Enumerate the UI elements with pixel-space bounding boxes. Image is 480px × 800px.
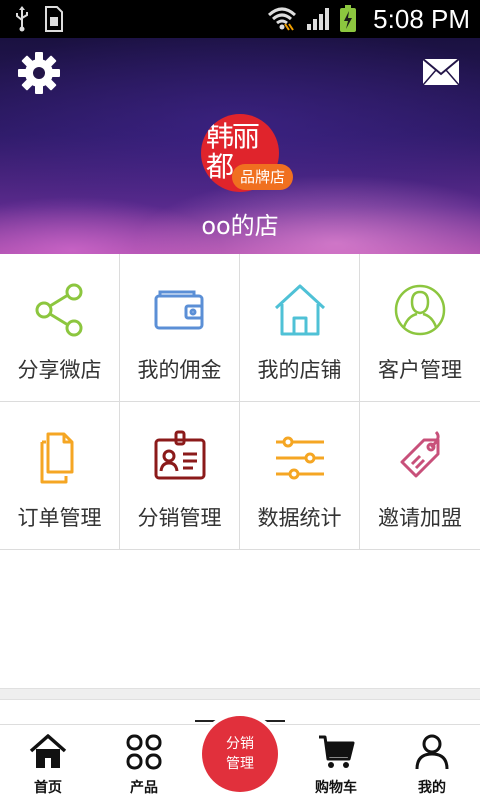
menu-label: 我的店铺: [257, 358, 342, 382]
profile-header: 韩丽都 品牌店 oo的店: [0, 38, 480, 254]
nav-home[interactable]: 首页: [0, 733, 96, 797]
usb-icon: [16, 6, 28, 32]
nav-label: 首页: [34, 780, 62, 796]
menu-customer-management[interactable]: 客户管理: [360, 254, 480, 402]
sliders-icon: [276, 436, 324, 480]
menu-label: 分享微店: [17, 358, 102, 382]
wallet-icon: [154, 290, 204, 330]
menu-label: 我的佣金: [137, 358, 222, 382]
menu-distribution-management[interactable]: 分销管理: [120, 402, 240, 550]
home-icon: [274, 284, 326, 336]
nav-label: 产品: [130, 780, 158, 796]
shop-name: oo的店: [201, 212, 279, 240]
tag-icon: [400, 430, 440, 478]
menu-label: 分销管理: [137, 506, 222, 530]
mail-icon[interactable]: [422, 58, 460, 86]
status-time: 5:08 PM: [373, 3, 470, 34]
id-card-icon: [154, 430, 206, 480]
person-icon: [415, 734, 449, 770]
wifi-icon: [268, 7, 297, 31]
menu-label: 客户管理: [378, 358, 462, 382]
documents-icon: [40, 432, 74, 484]
brand-store-badge: 品牌店: [232, 164, 294, 190]
home-icon: [29, 734, 67, 768]
center-button-face: 分销 管理: [202, 716, 278, 792]
menu-order-management[interactable]: 订单管理: [0, 402, 120, 550]
center-button-line2: 管理: [226, 756, 254, 772]
grid-icon: [126, 734, 162, 770]
menu-my-commission[interactable]: 我的佣金: [120, 254, 240, 402]
sim-icon: [45, 6, 63, 32]
section-divider: [0, 688, 480, 700]
nav-label: 我的: [418, 780, 446, 796]
share-icon: [35, 283, 83, 337]
menu-label: 订单管理: [17, 506, 102, 530]
menu-label: 邀请加盟: [378, 506, 462, 530]
signal-icon: [307, 8, 330, 30]
battery-icon: [340, 5, 357, 32]
gear-icon[interactable]: [16, 50, 62, 96]
nav-label: 购物车: [315, 780, 357, 796]
status-bar: 5:08 PM: [0, 0, 480, 38]
distribution-management-button[interactable]: 分销 管理: [198, 712, 282, 796]
menu-my-store[interactable]: 我的店铺: [240, 254, 360, 402]
menu-invite-franchise[interactable]: 邀请加盟: [360, 402, 480, 550]
feature-grid: 分享微店 我的佣金 我的店铺 客户管理 订单管理 分销管理 数据统计 邀请加盟: [0, 254, 480, 550]
user-icon: [394, 284, 446, 336]
menu-data-statistics[interactable]: 数据统计: [240, 402, 360, 550]
cart-icon: [319, 735, 355, 768]
nav-mine[interactable]: 我的: [384, 733, 480, 797]
nav-cart[interactable]: 购物车: [288, 733, 384, 797]
menu-label: 数据统计: [257, 506, 342, 530]
center-button-line1: 分销: [226, 736, 254, 752]
nav-products[interactable]: 产品: [96, 733, 192, 797]
menu-share-store[interactable]: 分享微店: [0, 254, 120, 402]
